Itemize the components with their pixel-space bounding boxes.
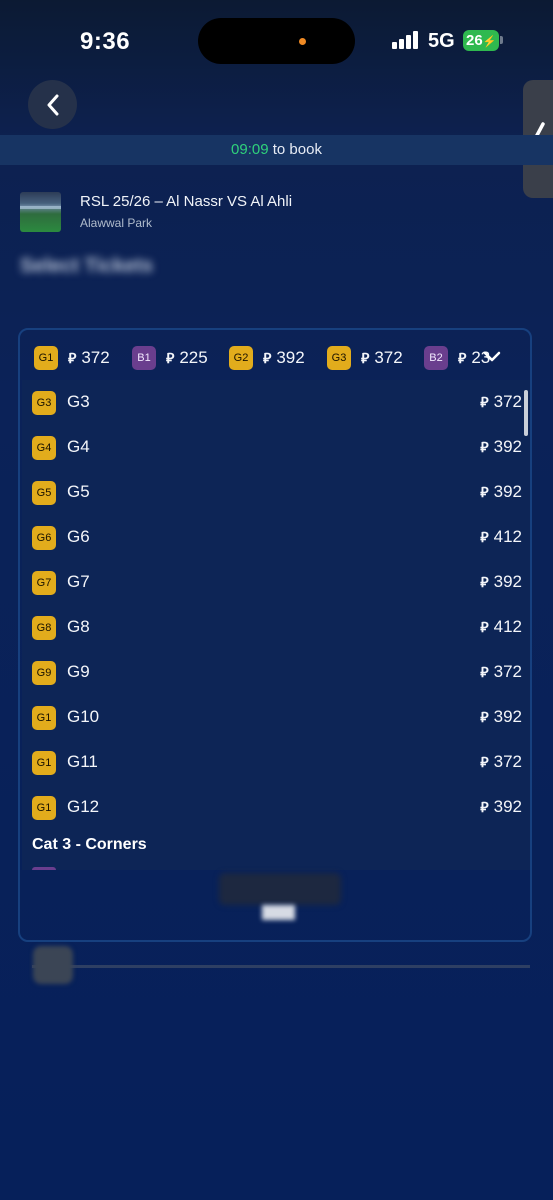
divider [32, 965, 530, 968]
seat-price: ⃁ 392 [480, 707, 522, 726]
riyal-icon: ⃁ [480, 529, 488, 545]
blurred-label [262, 905, 295, 920]
category-badge: B1 [132, 345, 156, 370]
search-icon[interactable] [33, 946, 73, 984]
seat-option[interactable]: G1 G11 ⃁ 372 [22, 740, 522, 784]
back-button[interactable] [28, 80, 77, 129]
seat-price: ⃁ 372 [480, 662, 522, 681]
riyal-icon: ⃁ [480, 799, 488, 815]
seat-name: G6 [67, 527, 90, 546]
seat-price: ⃁ 392 [480, 797, 522, 816]
seat-price: ⃁ 412 [480, 527, 522, 546]
event-title: RSL 25/26 – Al Nassr VS Al Ahli [80, 193, 293, 210]
category-chip[interactable]: B1 ⃁ 225 [132, 345, 208, 370]
category-chip[interactable]: G3 ⃁ 372 [327, 345, 403, 370]
seat-badge: G4 [32, 436, 56, 460]
seat-price: ⃁ 372 [480, 392, 522, 411]
category-chip[interactable]: G2 ⃁ 392 [229, 345, 305, 370]
category-chip[interactable]: G1 ⃁ 372 [34, 345, 110, 370]
seat-option[interactable]: G4 G4 ⃁ 392 [22, 425, 522, 469]
riyal-icon: ⃁ [480, 754, 488, 770]
seat-badge: G8 [32, 616, 56, 640]
seat-badge: G7 [32, 571, 56, 595]
riyal-icon: ⃁ [480, 619, 488, 635]
seat-dropdown-list[interactable]: G3 G3 ⃁ 372 G4 G4 ⃁ 392 G5 G5 ⃁ 392 G6 G6 ⃁… [22, 380, 530, 870]
seat-option[interactable]: G6 G6 ⃁ 412 [22, 515, 522, 559]
riyal-icon: ⃁ [263, 349, 271, 366]
category-heading: Cat 3 - Corners [32, 836, 147, 853]
category-badge: B2 [424, 345, 448, 370]
expand-dropdown-button[interactable] [482, 340, 502, 374]
section-title: Select Tickets [20, 255, 154, 277]
chevron-left-icon [47, 94, 58, 115]
seat-option[interactable]: G8 G8 ⃁ 412 [22, 605, 522, 649]
seat-option[interactable]: G3 G3 ⃁ 372 [22, 380, 522, 424]
seat-price: ⃁ 392 [480, 572, 522, 591]
seat-badge: G3 [32, 391, 56, 415]
seat-price: ⃁ 392 [480, 437, 522, 456]
chip-price: ⃁ 372 [68, 347, 110, 367]
seat-name: G5 [67, 482, 90, 501]
status-bar: 9:36 5G 26⚡ [0, 0, 553, 82]
seat-option[interactable]: G9 G9 ⃁ 372 [22, 650, 522, 694]
cellular-signal-icon [392, 31, 420, 49]
event-venue: Alawwal Park [80, 216, 153, 230]
riyal-icon: ⃁ [480, 394, 488, 410]
seat-name: G9 [67, 662, 90, 681]
seat-price: ⃁ 372 [480, 752, 522, 771]
chip-price: ⃁ 372 [361, 347, 403, 367]
riyal-icon: ⃁ [480, 484, 488, 500]
scrollbar-thumb[interactable] [524, 390, 528, 436]
seat-badge: G5 [32, 481, 56, 505]
seat-badge: G1 [32, 796, 56, 820]
booking-timer-label: to book [268, 141, 322, 158]
seat-name: G12 [67, 797, 100, 816]
blurred-action-button[interactable] [219, 873, 341, 905]
riyal-icon: ⃁ [166, 349, 174, 366]
seat-name: G11 [67, 752, 98, 771]
seat-name: G7 [67, 572, 90, 591]
booking-timer-bar: 09:09 to book [0, 135, 553, 165]
riyal-icon: ⃁ [480, 574, 488, 590]
stadium-thumbnail [20, 192, 61, 232]
seat-name: G10 [67, 707, 100, 726]
event-summary: RSL 25/26 – Al Nassr VS Al Ahli Alawwal … [20, 192, 520, 234]
category-badge-partial [32, 867, 56, 870]
recording-indicator-dot [299, 38, 306, 45]
seat-badge: G1 [32, 706, 56, 730]
category-badge: G3 [327, 345, 351, 370]
seat-name: G3 [67, 392, 90, 411]
riyal-icon: ⃁ [458, 349, 466, 366]
network-type: 5G [428, 30, 455, 52]
riyal-icon: ⃁ [480, 709, 488, 725]
category-chip-strip[interactable]: G1 ⃁ 372 B1 ⃁ 225 G2 ⃁ 392 G3 ⃁ 372 B2 ⃁ 23 [22, 338, 527, 378]
seat-badge: G9 [32, 661, 56, 685]
status-time: 9:36 [80, 28, 131, 55]
riyal-icon: ⃁ [361, 349, 369, 366]
chip-price: ⃁ 392 [263, 347, 305, 367]
battery-tip [500, 36, 503, 44]
seat-price: ⃁ 412 [480, 617, 522, 636]
seat-option[interactable]: G1 G10 ⃁ 392 [22, 695, 522, 739]
seat-option[interactable]: G5 G5 ⃁ 392 [22, 470, 522, 514]
category-badge: G1 [34, 345, 58, 370]
riyal-icon: ⃁ [68, 349, 76, 366]
chip-price: ⃁ 225 [166, 347, 208, 367]
seat-name: G8 [67, 617, 90, 636]
booking-timer-time: 09:09 [231, 141, 269, 158]
battery-icon: 26⚡ [463, 30, 499, 51]
category-chip[interactable]: B2 ⃁ 23 [424, 345, 490, 370]
seat-price: ⃁ 392 [480, 482, 522, 501]
seat-badge: G1 [32, 751, 56, 775]
category-badge: G2 [229, 345, 253, 370]
riyal-icon: ⃁ [480, 439, 488, 455]
dynamic-island [198, 18, 355, 64]
battery-level: 26 [466, 32, 483, 49]
chevron-down-icon [483, 351, 501, 362]
seat-name: G4 [67, 437, 90, 456]
seat-option[interactable]: G1 G12 ⃁ 392 [22, 785, 522, 829]
seat-option[interactable]: G7 G7 ⃁ 392 [22, 560, 522, 604]
riyal-icon: ⃁ [480, 664, 488, 680]
seat-badge: G6 [32, 526, 56, 550]
